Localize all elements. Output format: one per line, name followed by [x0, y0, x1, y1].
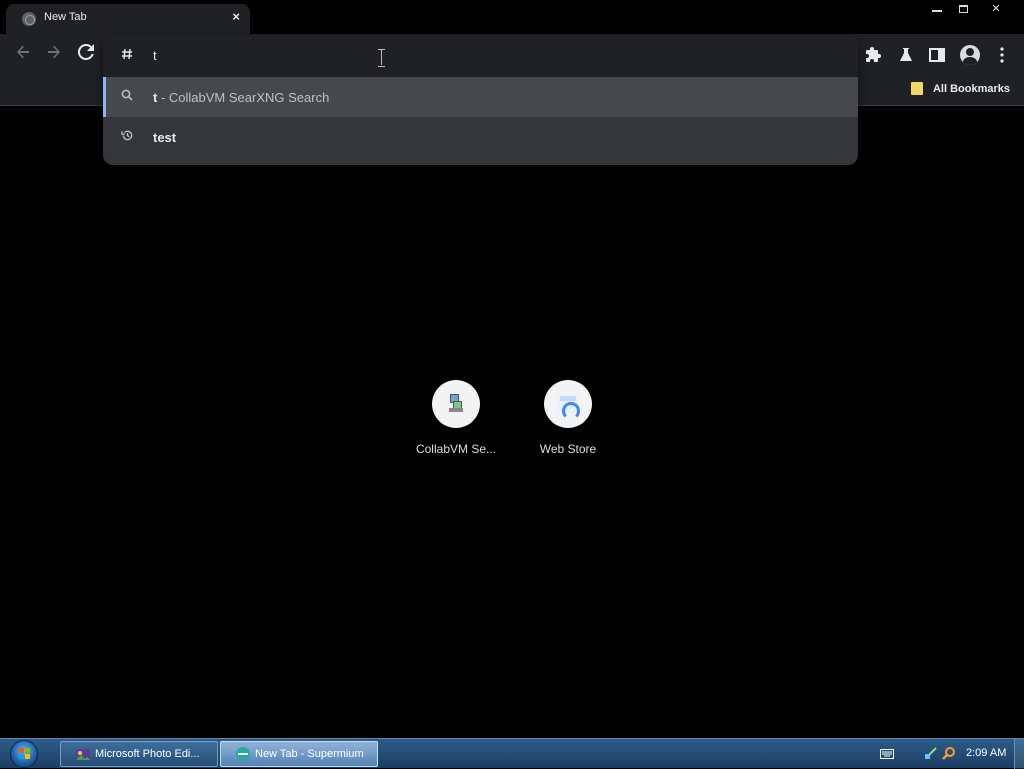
system-tray: 2:09 AM [874, 739, 1024, 769]
taskbar-button-supermium[interactable]: New Tab - Supermium [220, 741, 378, 767]
taskbar-button-label: New Tab - Supermium [255, 748, 364, 760]
side-panel-button[interactable] [925, 42, 949, 68]
clock[interactable]: 2:09 AM [966, 747, 1006, 759]
suggestion-text: test [153, 130, 176, 145]
folder-icon [910, 82, 923, 95]
arrow-left-icon [17, 45, 29, 59]
omnibox-suggestion-history[interactable]: test [103, 117, 858, 157]
globe-icon [22, 12, 36, 26]
browser-title-bar: New Tab × ✕ [0, 0, 1024, 34]
collabvm-icon [448, 394, 464, 414]
shortcut-label: Web Store [539, 442, 597, 456]
address-bar-input[interactable] [153, 44, 833, 66]
start-button[interactable] [10, 740, 38, 768]
all-bookmarks-label: All Bookmarks [932, 82, 1010, 95]
show-desktop-button[interactable] [1014, 739, 1024, 769]
shortcut-web-store[interactable]: Web Store [512, 380, 624, 456]
shortcut-icon-circle [432, 380, 480, 428]
flask-icon [900, 48, 912, 61]
taskbar-button-photo-editor[interactable]: Microsoft Photo Edi... [60, 741, 218, 767]
suggestion-match: test [153, 129, 177, 145]
menu-button[interactable] [990, 42, 1014, 68]
profile-button[interactable] [958, 42, 982, 68]
suggestion-rest: - CollabVM SearXNG Search [157, 89, 330, 105]
tab-title: New Tab [44, 11, 87, 23]
suggestion-text: t - CollabVM SearXNG Search [153, 90, 329, 105]
restore-button[interactable] [950, 0, 976, 18]
page-info-icon[interactable] [119, 48, 135, 64]
reload-icon [77, 43, 94, 60]
window-controls: ✕ [924, 0, 1016, 18]
search-tray-icon[interactable] [942, 746, 956, 760]
puzzle-icon [866, 47, 881, 62]
reload-button[interactable] [75, 43, 97, 66]
restore-icon [958, 5, 968, 13]
back-button[interactable] [12, 44, 34, 66]
close-window-button[interactable]: ✕ [976, 0, 1016, 18]
arrow-right-icon [48, 45, 60, 59]
shortcut-label: CollabVM Se... [415, 442, 497, 456]
all-bookmarks-button[interactable]: All Bookmarks [910, 82, 1010, 95]
taskbar-button-label: Microsoft Photo Edi... [95, 748, 200, 760]
omnibox-popup: t - CollabVM SearXNG Search test [103, 35, 858, 165]
network-icon[interactable] [924, 746, 938, 760]
search-icon [119, 89, 135, 105]
labs-button[interactable] [894, 42, 918, 68]
more-vertical-icon [1000, 47, 1004, 63]
keyboard-icon[interactable] [880, 749, 894, 759]
omnibox-suggestion-search[interactable]: t - CollabVM SearXNG Search [103, 77, 858, 117]
supermium-icon [236, 747, 250, 761]
omnibox-input-row [103, 35, 858, 77]
side-panel-icon [929, 48, 945, 62]
shortcut-icon-circle [544, 380, 592, 428]
history-icon [119, 129, 135, 145]
text-cursor-icon [378, 49, 386, 67]
forward-button[interactable] [43, 44, 65, 66]
photo-editor-icon [76, 749, 90, 760]
extensions-button[interactable] [862, 42, 886, 68]
shortcut-collabvm[interactable]: CollabVM Se... [400, 380, 512, 456]
new-tab-page: CollabVM Se... Web Store [0, 107, 1024, 738]
web-store-icon [558, 395, 580, 420]
tab-close-icon[interactable]: × [232, 9, 240, 25]
taskbar: Microsoft Photo Edi... New Tab - Supermi… [0, 738, 1024, 769]
tab-new-tab[interactable]: New Tab × [6, 4, 250, 34]
avatar-icon [960, 45, 980, 65]
minimize-icon [932, 10, 942, 12]
minimize-button[interactable] [924, 0, 950, 18]
